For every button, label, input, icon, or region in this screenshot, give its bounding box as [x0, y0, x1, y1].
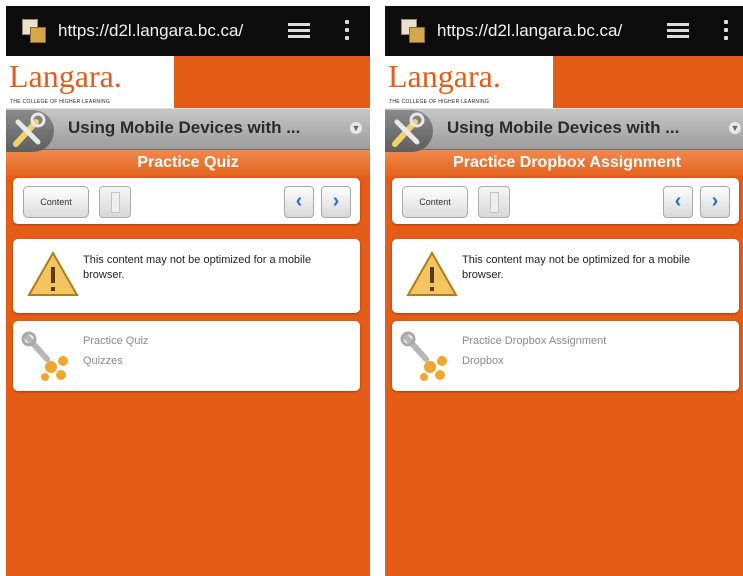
content-item[interactable]: Practice Quiz Quizzes [13, 321, 360, 391]
warning-card: This content may not be optimized for a … [392, 239, 739, 313]
browser-address-bar: https://d2l.langara.bc.ca/ [6, 6, 370, 56]
overflow-menu-icon[interactable] [724, 20, 729, 42]
logo-text: Langara. [9, 58, 122, 94]
browser-address-bar: https://d2l.langara.bc.ca/ [385, 6, 743, 56]
warning-icon [406, 251, 458, 296]
course-title: Using Mobile Devices with ... [68, 118, 301, 137]
item-title: Practice Quiz [83, 335, 149, 347]
langara-logo[interactable]: Langara. THE COLLEGE OF HIGHER LEARNING [6, 56, 174, 108]
course-selector[interactable]: Using Mobile Devices with ... ▼ [6, 108, 370, 152]
chevron-right-icon[interactable]: › [700, 186, 730, 218]
toggle-view-button[interactable] [99, 186, 131, 218]
phone-screen-dropbox: https://d2l.langara.bc.ca/ Langara. THE … [385, 6, 743, 576]
course-tools-icon [385, 110, 433, 152]
chevron-left-icon[interactable]: ‹ [663, 186, 693, 218]
warning-card: This content may not be optimized for a … [13, 239, 360, 313]
navigation-card: Content ‹ › [392, 178, 739, 224]
item-type: Quizzes [83, 355, 123, 367]
header-logo-row: Langara. THE COLLEGE OF HIGHER LEARNING [6, 56, 370, 108]
logo-tagline: THE COLLEGE OF HIGHER LEARNING [10, 99, 111, 105]
chevron-left-icon[interactable]: ‹ [284, 186, 314, 218]
page-title: Practice Dropbox Assignment [385, 150, 743, 176]
toggle-view-button[interactable] [478, 186, 510, 218]
logo-text: Langara. [388, 58, 501, 94]
quiz-tools-icon [21, 331, 68, 381]
item-title: Practice Dropbox Assignment [462, 335, 607, 347]
site-favicon-icon [22, 19, 48, 43]
content-item[interactable]: Practice Dropbox Assignment Dropbox [392, 321, 739, 391]
tabs-menu-icon[interactable] [667, 23, 689, 39]
langara-logo[interactable]: Langara. THE COLLEGE OF HIGHER LEARNING [385, 56, 553, 108]
phone-screen-quiz: https://d2l.langara.bc.ca/ Langara. THE … [6, 6, 370, 576]
item-type: Dropbox [462, 355, 504, 367]
overflow-menu-icon[interactable] [345, 20, 350, 42]
warning-message: This content may not be optimized for a … [83, 254, 312, 281]
content-button[interactable]: Content [402, 186, 468, 218]
navigation-card: Content ‹ › [13, 178, 360, 224]
header-logo-row: Langara. THE COLLEGE OF HIGHER LEARNING [385, 56, 743, 108]
url-field[interactable]: https://d2l.langara.bc.ca/ [58, 21, 272, 41]
course-tools-icon [6, 110, 54, 152]
chevron-right-icon[interactable]: › [321, 186, 351, 218]
warning-message: This content may not be optimized for a … [462, 254, 691, 281]
dropbox-tools-icon [400, 331, 447, 381]
warning-icon [27, 251, 79, 296]
page-title: Practice Quiz [6, 150, 370, 176]
chevron-down-icon[interactable]: ▼ [350, 122, 362, 134]
course-selector[interactable]: Using Mobile Devices with ... ▼ [385, 108, 743, 152]
course-title: Using Mobile Devices with ... [447, 118, 680, 137]
url-field[interactable]: https://d2l.langara.bc.ca/ [437, 21, 651, 41]
chevron-down-icon[interactable]: ▼ [729, 122, 741, 134]
tabs-menu-icon[interactable] [288, 23, 310, 39]
content-button[interactable]: Content [23, 186, 89, 218]
site-favicon-icon [401, 19, 427, 43]
logo-tagline: THE COLLEGE OF HIGHER LEARNING [389, 99, 490, 105]
